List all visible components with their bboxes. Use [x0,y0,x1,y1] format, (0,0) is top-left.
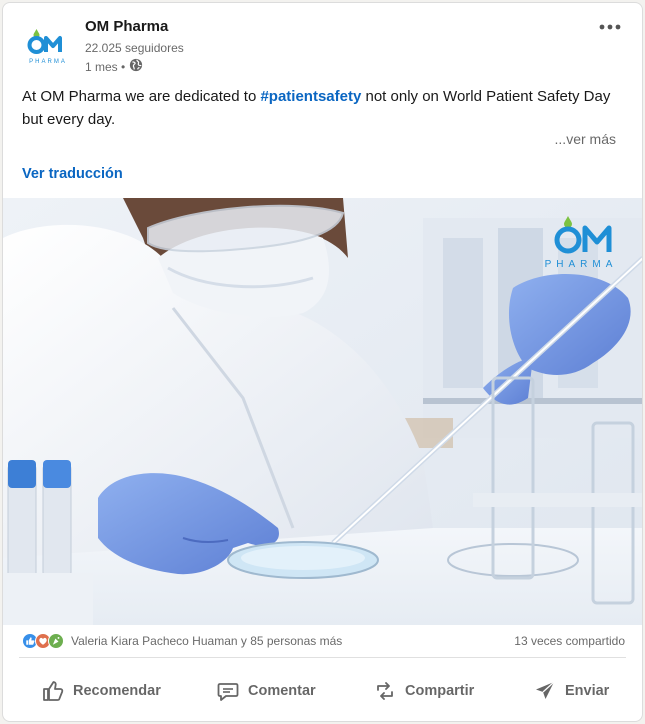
see-more-link[interactable]: ...ver más [555,131,616,147]
post-text: At OM Pharma we are dedicated to #patien… [22,85,622,131]
share-label: Compartir [405,683,475,699]
divider [19,657,626,658]
repost-icon [373,679,397,703]
more-options-icon[interactable] [594,15,626,39]
comment-icon [216,679,240,703]
like-button[interactable]: Recomendar [41,663,161,719]
post-image[interactable]: PHARMA [3,198,642,625]
svg-text:PHARMA: PHARMA [545,259,618,270]
company-logo[interactable]: PHARMA [23,23,73,73]
post-meta: 1 mes • [85,58,143,75]
post-time: 1 mes • [85,59,126,74]
like-label: Recomendar [73,683,161,699]
send-icon [533,679,557,703]
company-name[interactable]: OM Pharma [85,18,168,35]
hashtag-link[interactable]: #patientsafety [260,88,361,105]
reactions-summary[interactable]: Valeria Kiara Pacheco Huaman y 85 person… [71,634,342,648]
shares-count[interactable]: 13 veces compartido [514,634,625,648]
action-bar: Recomendar Comentar Compartir Enviar [3,663,642,719]
reaction-icons[interactable] [22,633,64,649]
svg-text:PHARMA: PHARMA [29,59,67,65]
post-header: PHARMA OM Pharma 22.025 seguidores 1 mes… [3,3,642,83]
follower-count: 22.025 seguidores [85,41,184,55]
share-button[interactable]: Compartir [373,663,474,719]
send-label: Enviar [565,683,610,699]
see-translation-link[interactable]: Ver traducción [22,166,123,182]
post-card: PHARMA OM Pharma 22.025 seguidores 1 mes… [2,2,643,722]
post-text-start: At OM Pharma we are dedicated to [22,88,261,105]
send-button[interactable]: Enviar [533,663,609,719]
globe-icon [129,58,143,75]
comment-button[interactable]: Comentar [216,663,316,719]
social-counts: Valeria Kiara Pacheco Huaman y 85 person… [3,625,642,657]
celebrate-icon [48,633,64,649]
comment-label: Comentar [248,683,316,699]
thumbs-up-icon [41,679,65,703]
